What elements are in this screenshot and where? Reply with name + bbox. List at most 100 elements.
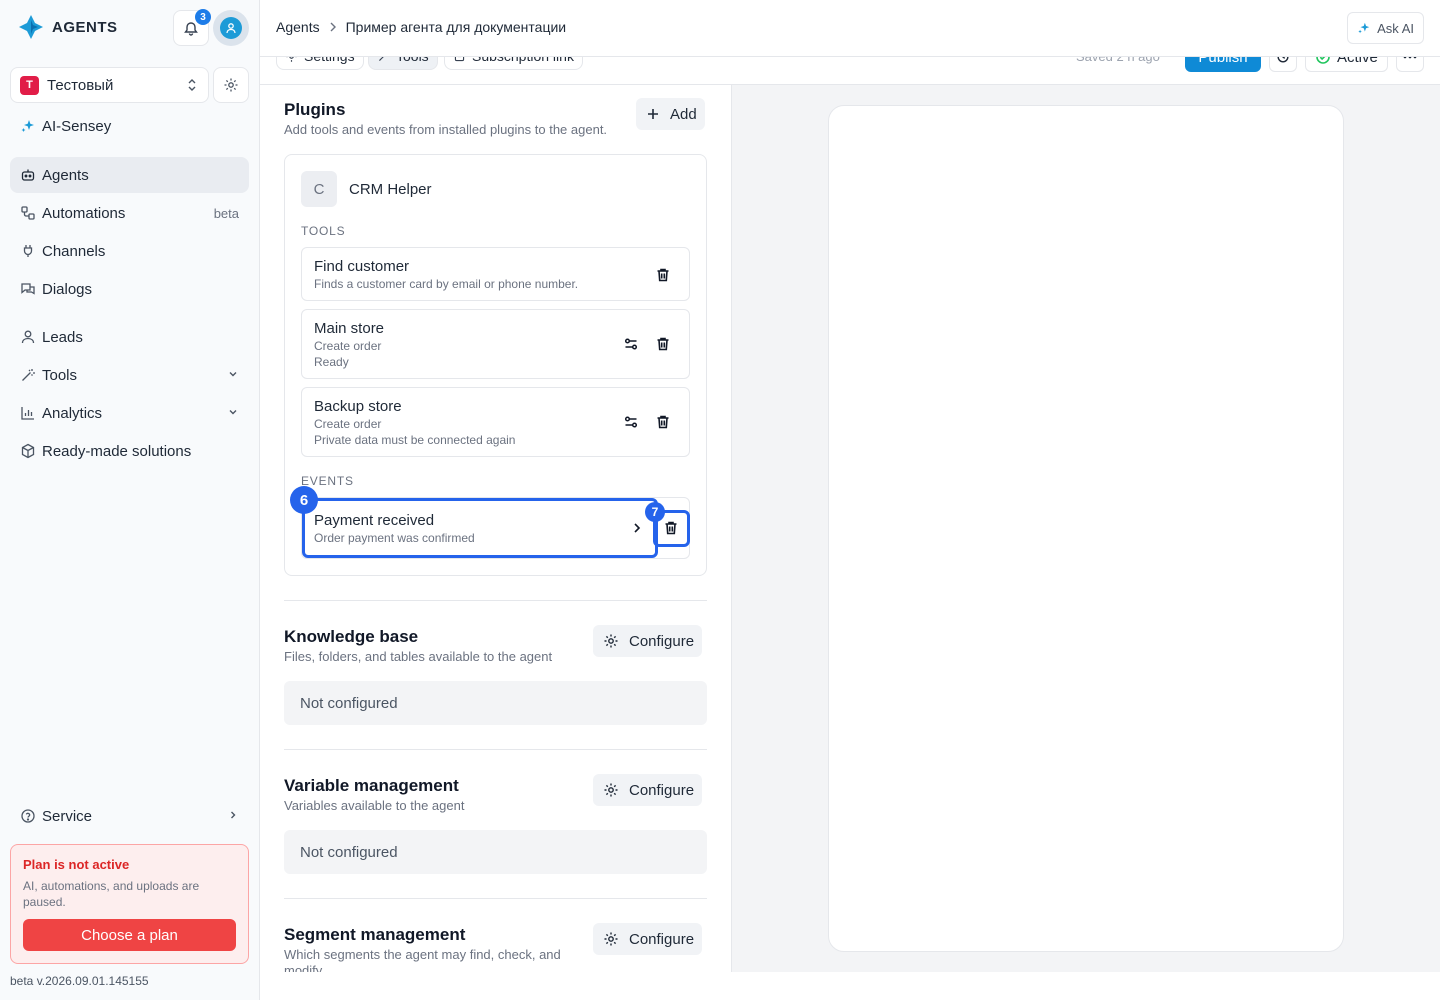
tool-row[interactable]: Find customer Finds a customer card by e… bbox=[301, 247, 690, 301]
tool-title: Main store bbox=[314, 320, 385, 337]
sidebar-item-dialogs[interactable]: Dialogs bbox=[10, 271, 249, 307]
tool-title: Backup store bbox=[314, 398, 402, 415]
events-group-label: EVENTS bbox=[301, 474, 354, 488]
plan-text: AI, automations, and uploads are paused. bbox=[23, 879, 200, 909]
workspace-settings-button[interactable] bbox=[213, 67, 249, 103]
sidebar-item-agents[interactable]: Agents bbox=[10, 157, 249, 193]
tool-row[interactable]: Main store Create order Ready bbox=[301, 309, 690, 379]
sidebar-item-label: Agents bbox=[42, 166, 89, 184]
sparkle-icon bbox=[1357, 21, 1371, 35]
plugin-name: CRM Helper bbox=[349, 181, 432, 198]
choose-plan-button[interactable]: Choose a plan bbox=[23, 919, 236, 951]
tool-status: Ready bbox=[314, 355, 349, 369]
sidebar-item-label: Service bbox=[42, 807, 93, 825]
user-icon bbox=[220, 17, 242, 39]
sidebar-item-channels[interactable]: Channels bbox=[10, 233, 249, 269]
sidebar-item-tools[interactable]: Tools bbox=[10, 357, 249, 393]
sidebar-item-label: Ready-made solutions bbox=[42, 442, 192, 460]
section-divider bbox=[284, 898, 707, 899]
settings-sliders-icon bbox=[623, 336, 639, 352]
sidebar-item-automations[interactable]: Automations beta bbox=[10, 195, 249, 231]
plus-icon bbox=[646, 107, 660, 121]
configure-knowledge-button[interactable]: Configure bbox=[593, 625, 703, 657]
gear-icon bbox=[603, 931, 619, 947]
sidebar: AGENTS 3 T Тестовый AI-Sensey Agents Aut… bbox=[0, 0, 260, 1000]
version-label: beta v.2026.09.01.145155 bbox=[10, 974, 149, 988]
sidebar-item-analytics[interactable]: Analytics bbox=[10, 395, 249, 431]
sidebar-item-label: Channels bbox=[42, 242, 106, 260]
workflow-icon bbox=[20, 205, 36, 221]
workspace-select[interactable]: T Тестовый bbox=[10, 67, 209, 103]
ask-ai-button[interactable]: Ask AI bbox=[1347, 12, 1424, 44]
chevron-down-icon bbox=[227, 368, 239, 380]
configure-label: Configure bbox=[629, 781, 695, 799]
configure-label: Configure bbox=[629, 632, 695, 650]
gear-icon bbox=[223, 77, 239, 93]
sidebar-item-label: Leads bbox=[42, 328, 83, 346]
configure-variables-button[interactable]: Configure bbox=[593, 774, 703, 806]
sidebar-item-service[interactable]: Service bbox=[10, 798, 249, 834]
sidebar-item-label: Tools bbox=[42, 366, 78, 384]
user-icon bbox=[20, 329, 36, 345]
trash-icon bbox=[655, 336, 671, 352]
delete-tool-button[interactable] bbox=[653, 265, 673, 285]
chat-preview-frame[interactable] bbox=[828, 105, 1344, 952]
breadcrumb: Agents Пример агента для документации bbox=[276, 19, 566, 35]
chevron-updown-icon bbox=[186, 78, 198, 92]
breadcrumb-current: Пример агента для документации bbox=[345, 19, 567, 35]
add-plugin-button[interactable]: Add bbox=[636, 98, 705, 130]
workspace-badge: T bbox=[20, 75, 39, 95]
delete-tool-button[interactable] bbox=[653, 334, 673, 354]
sidebar-item-label: AI-Sensey bbox=[42, 117, 112, 135]
plugins-title: Plugins bbox=[284, 100, 346, 119]
configure-tool-button[interactable] bbox=[621, 412, 641, 432]
chat-preview-area bbox=[732, 85, 1440, 972]
variables-subtitle: Variables available to the agent bbox=[284, 798, 465, 813]
plug-icon bbox=[20, 243, 36, 259]
plugin-avatar: C bbox=[301, 171, 337, 207]
notifications-badge: 3 bbox=[195, 9, 211, 25]
sidebar-item-ready-made-solutions[interactable]: Ready-made solutions bbox=[10, 433, 249, 469]
top-header: Agents Пример агента для документации As… bbox=[260, 0, 1440, 57]
gear-icon bbox=[603, 633, 619, 649]
chevron-right-icon bbox=[227, 809, 239, 821]
breadcrumb-agents[interactable]: Agents bbox=[276, 19, 320, 35]
annotation-marker: 7 bbox=[645, 502, 665, 522]
configure-tool-button[interactable] bbox=[621, 334, 641, 354]
plan-title: Plan is not active bbox=[23, 857, 130, 872]
sidebar-item-ai-sensey[interactable]: AI-Sensey bbox=[10, 108, 249, 144]
beta-badge: beta bbox=[213, 205, 239, 221]
chevron-down-icon bbox=[227, 406, 239, 418]
tool-description: Create order bbox=[314, 417, 382, 431]
tools-group-label: TOOLS bbox=[301, 224, 346, 238]
knowledge-title: Knowledge base bbox=[284, 627, 419, 646]
tool-description: Finds a customer card by email or phone … bbox=[314, 277, 579, 291]
configure-segments-button[interactable]: Configure bbox=[593, 923, 703, 955]
sidebar-item-label: Automations bbox=[42, 204, 126, 222]
knowledge-subtitle: Files, folders, and tables available to … bbox=[284, 649, 553, 664]
logo-text: AGENTS bbox=[52, 18, 118, 36]
sidebar-item-leads[interactable]: Leads bbox=[10, 319, 249, 355]
workspace-name: Тестовый bbox=[47, 76, 114, 94]
section-divider bbox=[284, 749, 707, 750]
highlight-event-row bbox=[302, 498, 658, 558]
segments-subtitle: Which segments the agent may find, check… bbox=[284, 947, 561, 972]
user-avatar-button[interactable] bbox=[213, 10, 249, 46]
annotation-marker: 6 bbox=[290, 486, 318, 514]
tool-title: Find customer bbox=[314, 258, 410, 275]
bar-chart-icon bbox=[20, 405, 36, 421]
chevron-right-icon bbox=[328, 21, 338, 33]
plugins-subtitle: Add tools and events from installed plug… bbox=[284, 122, 608, 137]
wand-icon bbox=[20, 367, 36, 383]
tool-status: Private data must be connected again bbox=[314, 433, 516, 447]
delete-tool-button[interactable] bbox=[653, 412, 673, 432]
app-logo[interactable]: AGENTS bbox=[18, 14, 118, 40]
tool-row[interactable]: Backup store Create order Private data m… bbox=[301, 387, 690, 457]
chat-icon bbox=[20, 281, 36, 297]
logo-icon bbox=[18, 14, 44, 40]
help-circle-icon bbox=[20, 808, 36, 824]
gear-icon bbox=[603, 782, 619, 798]
settings-sliders-icon bbox=[623, 414, 639, 430]
package-icon bbox=[20, 443, 36, 459]
add-label: Add bbox=[670, 105, 697, 123]
